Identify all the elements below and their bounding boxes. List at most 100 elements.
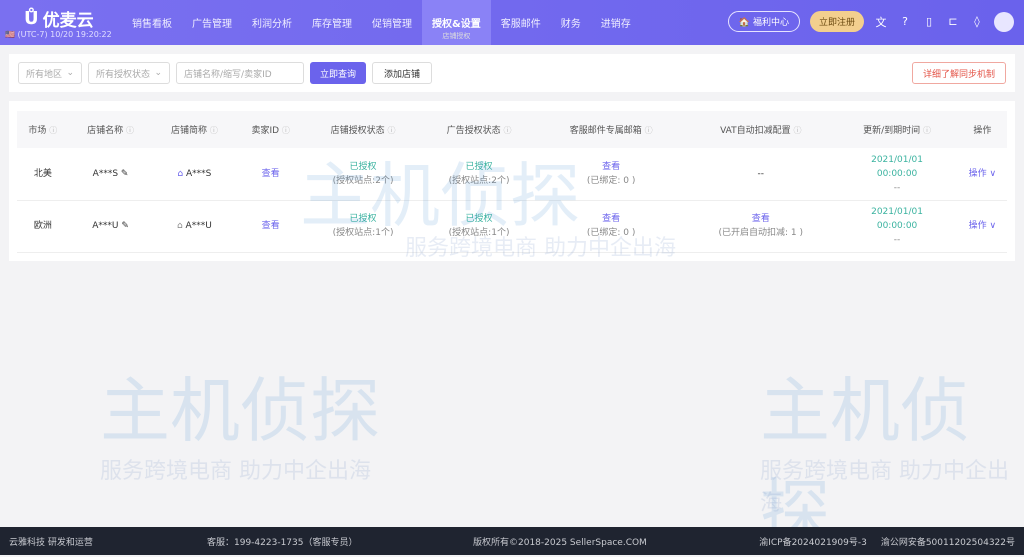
nav-ads[interactable]: 广告管理: [182, 0, 242, 45]
welfare-button[interactable]: 🏠 福利中心: [727, 11, 800, 32]
store-name-text: A***U: [92, 221, 119, 231]
chevron-down-icon: ⌄: [154, 68, 162, 78]
language-icon[interactable]: 文: [874, 15, 888, 29]
market: 北美: [17, 148, 69, 201]
sync-info-button[interactable]: 详细了解同步机制: [911, 62, 1006, 84]
expiry: --: [893, 235, 901, 245]
auth-status-select[interactable]: 所有授权状态 ⌄: [88, 62, 170, 84]
store-name: A***S ✎: [68, 148, 153, 201]
main-nav: 销售看板 广告管理 利润分析 库存管理 促销管理 授权&设置 店铺授权 客服邮件 …: [122, 0, 641, 45]
help-icon[interactable]: ?: [898, 15, 912, 29]
edit-icon[interactable]: ✎: [121, 169, 129, 179]
help-icon[interactable]: ⓘ: [504, 126, 512, 135]
help-icon[interactable]: ⓘ: [126, 126, 134, 135]
nav-inventory[interactable]: 库存管理: [302, 0, 362, 45]
col-action: 操作: [957, 111, 1007, 148]
top-nav: Ů 优麦云 🇺🇸 (UTC-7) 10/20 19:20:22 销售看板 广告管理…: [0, 0, 1024, 45]
home-icon: ⌂: [176, 221, 183, 231]
footer-copyright: 版权所有©2018-2025 SellerSpace.COM: [473, 537, 647, 548]
watermark-logo: 主机侦探: [100, 370, 380, 452]
mail-link[interactable]: 查看: [537, 212, 685, 226]
bell-icon[interactable]: ◊: [970, 15, 984, 29]
vat-sub: (已开启自动扣减: 1 ): [718, 228, 804, 238]
chevron-down-icon: ∨: [989, 221, 997, 231]
seller-id-link[interactable]: 查看: [236, 200, 306, 253]
help-icon[interactable]: ⓘ: [282, 126, 290, 135]
timezone-clock: 🇺🇸 (UTC-7) 10/20 19:20:22: [5, 30, 112, 39]
col-ad-auth: 广告授权状态 ⓘ: [421, 111, 538, 148]
market: 欧洲: [17, 200, 69, 253]
store-short: ⌂ A***S: [152, 148, 237, 201]
col-time: 更新/到期时间 ⓘ: [836, 111, 958, 148]
store-name: A***U ✎: [68, 200, 153, 253]
search-input[interactable]: 店铺名称/缩写/卖家ID: [176, 62, 304, 84]
vat: 查看 (已开启自动扣减: 1 ): [685, 200, 837, 253]
nav-erp[interactable]: 进销存: [591, 0, 641, 45]
col-label: 店铺授权状态: [330, 126, 385, 136]
ad-auth-sites: (授权站点:1个): [448, 228, 510, 238]
nav-finance[interactable]: 财务: [551, 0, 591, 45]
action-label: 操作: [968, 168, 987, 179]
help-icon[interactable]: ⓘ: [794, 126, 802, 135]
watermark-text: 服务跨境电商 助力中企出海: [760, 459, 1009, 516]
store-short-text: A***U: [185, 221, 212, 231]
timezone-text: (UTC-7) 10/20 19:20:22: [17, 30, 112, 39]
query-button[interactable]: 立即查询: [310, 62, 367, 84]
nav-promo[interactable]: 促销管理: [362, 0, 422, 45]
register-button[interactable]: 立即注册: [809, 11, 864, 32]
nav-auth-label: 授权&设置: [432, 19, 481, 30]
action-label: 操作: [968, 221, 987, 231]
time: 2021/01/01 00:00:00 --: [836, 200, 958, 253]
nav-profit[interactable]: 利润分析: [242, 0, 302, 45]
logo[interactable]: Ů 优麦云: [24, 6, 94, 31]
nav-sales[interactable]: 销售看板: [122, 0, 182, 45]
region-value: 所有地区: [26, 69, 63, 80]
action-dropdown[interactable]: 操作 ∨: [957, 200, 1007, 253]
store-name-text: A***S: [92, 168, 119, 179]
table-row: 北美 A***S ✎ ⌂ A***S 查看 已授权 (授权站点:2个) 已授权 (授…: [17, 148, 1007, 201]
help-icon[interactable]: ⓘ: [645, 126, 653, 135]
date: 2021/01/01: [871, 207, 923, 217]
store-short: ⌂ A***U: [152, 200, 237, 253]
footer-police[interactable]: 渝公网安备50011202504322号: [881, 535, 1015, 548]
col-market: 市场 ⓘ: [17, 111, 69, 148]
nav-sub-label: 店铺授权: [442, 32, 471, 40]
vat-link[interactable]: 查看: [685, 212, 836, 226]
mail-bound: (已绑定: 0 ): [586, 175, 636, 186]
ad-auth-status: 已授权: [465, 161, 493, 172]
col-label: 更新/到期时间: [863, 126, 921, 136]
store-table: 市场 ⓘ 店铺名称 ⓘ 店铺简称 ⓘ 卖家ID ⓘ 店铺授权状态 ⓘ 广告授权状…: [17, 111, 1007, 253]
cart-icon[interactable]: ⊏: [946, 15, 960, 29]
add-store-button[interactable]: 添加店铺: [372, 62, 433, 84]
document-icon[interactable]: ▯: [922, 15, 936, 29]
nav-mail[interactable]: 客服邮件: [491, 0, 551, 45]
mail-link[interactable]: 查看: [537, 160, 685, 174]
date: 2021/01/01: [871, 154, 923, 165]
time-value: 00:00:00: [876, 221, 918, 231]
mail: 查看 (已绑定: 0 ): [537, 148, 686, 201]
help-icon[interactable]: ⓘ: [923, 126, 931, 135]
gift-icon: 🏠: [738, 18, 751, 28]
help-icon[interactable]: ⓘ: [49, 126, 57, 135]
nav-auth-settings[interactable]: 授权&设置店铺授权: [422, 0, 491, 45]
col-seller-id: 卖家ID ⓘ: [236, 111, 306, 148]
store-auth-status: 已授权: [349, 214, 377, 224]
mail-bound: (已绑定: 0 ): [586, 228, 636, 238]
seller-id-link[interactable]: 查看: [236, 148, 306, 201]
ad-auth: 已授权 (授权站点:2个): [421, 148, 538, 201]
footer: 云雅科技 研发和运营 客服：199-4223-1735（客服专员） 版权所有©2…: [0, 527, 1024, 555]
help-icon[interactable]: ⓘ: [388, 126, 396, 135]
ad-auth-status: 已授权: [465, 214, 493, 224]
col-label: 客服邮件专属邮箱: [569, 126, 642, 136]
action-dropdown[interactable]: 操作 ∨: [957, 148, 1007, 201]
col-store-name: 店铺名称 ⓘ: [68, 111, 153, 148]
help-icon[interactable]: ⓘ: [210, 126, 218, 135]
avatar[interactable]: [994, 11, 1014, 32]
store-short-text: A***S: [185, 168, 212, 179]
vat: --: [685, 148, 837, 201]
edit-icon[interactable]: ✎: [121, 221, 129, 231]
auth-status-value: 所有授权状态: [96, 69, 151, 80]
footer-icp[interactable]: 渝ICP备2024021909号-3: [759, 535, 867, 548]
region-select[interactable]: 所有地区 ⌄: [18, 62, 82, 84]
table-row: 欧洲 A***U ✎ ⌂ A***U 查看 已授权 (授权站点:1个) 已授权 (授…: [17, 200, 1007, 253]
